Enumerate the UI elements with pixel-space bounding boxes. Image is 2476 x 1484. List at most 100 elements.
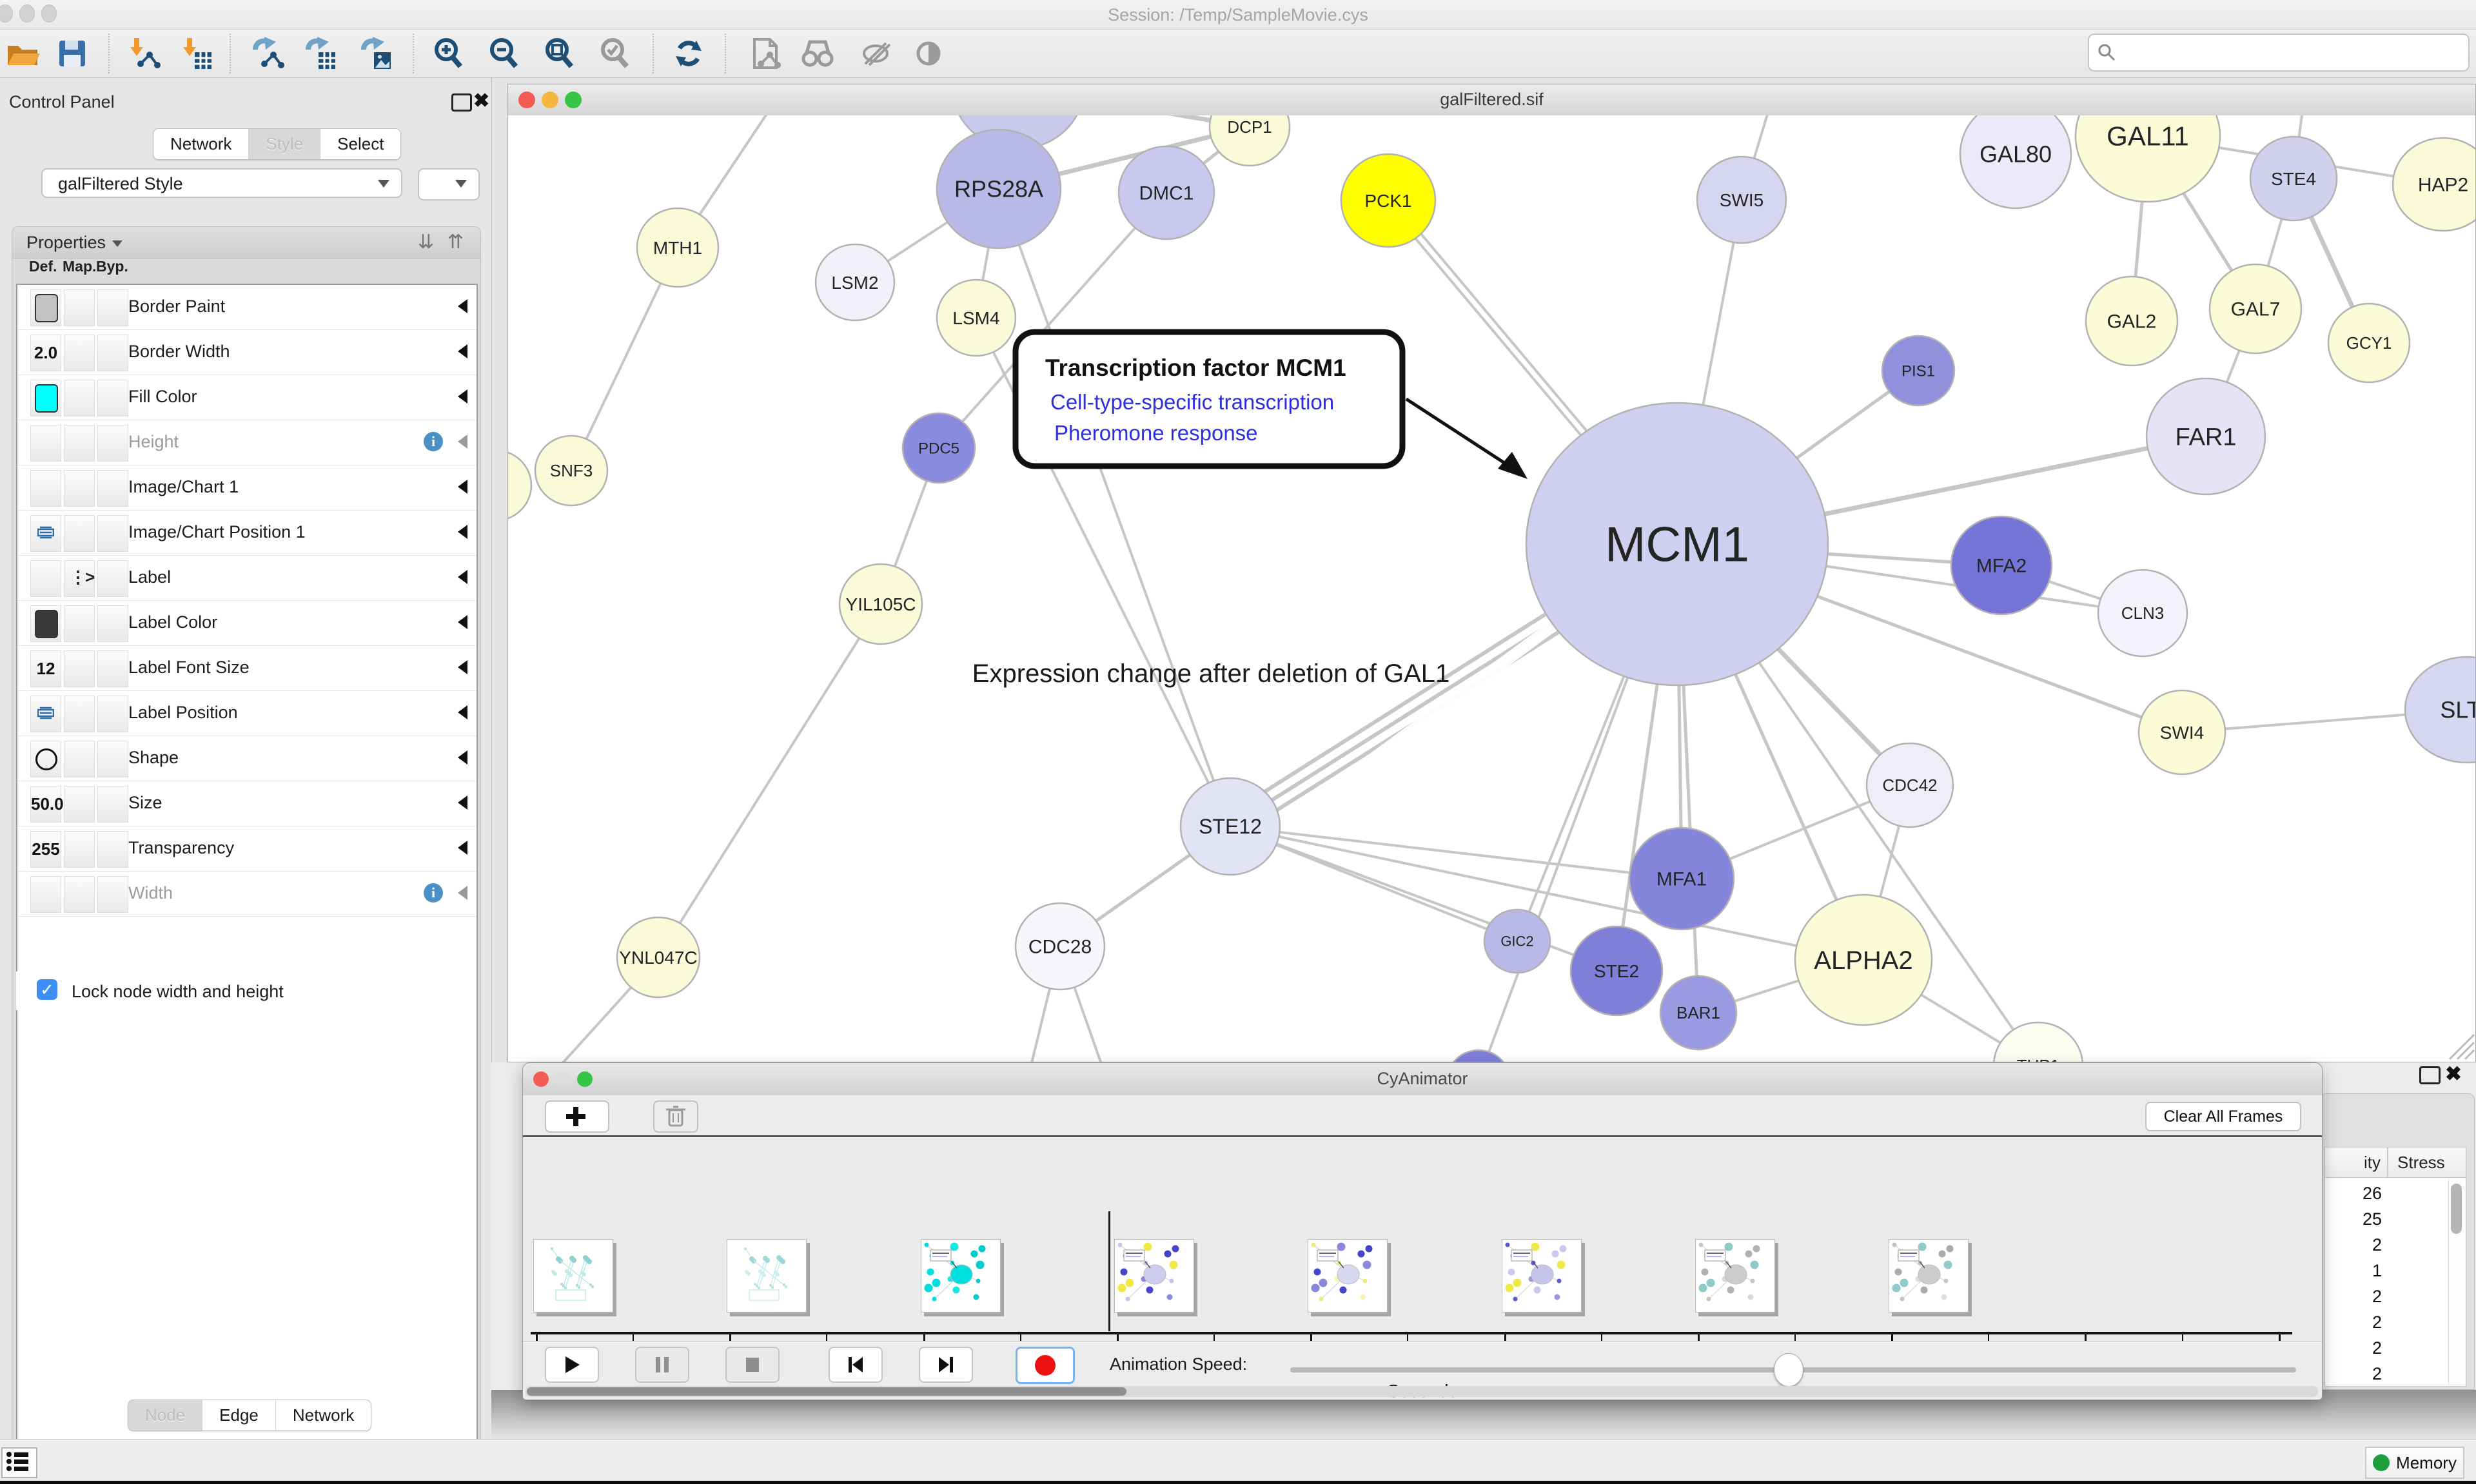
- export-network-icon[interactable]: [250, 35, 286, 72]
- default-value[interactable]: 2.0: [31, 343, 61, 363]
- table-cell[interactable]: 2: [2330, 1313, 2382, 1333]
- network-node-leftcut[interactable]: [508, 450, 531, 521]
- network-node-MFA1[interactable]: MFA1: [1629, 828, 1734, 930]
- contrast-icon[interactable]: [910, 35, 947, 72]
- zoom-out-icon[interactable]: [486, 35, 522, 72]
- network-node-BAR1[interactable]: BAR1: [1660, 976, 1736, 1050]
- property-row-fill-color[interactable]: Fill Color: [17, 375, 477, 420]
- frame-thumbnail-2[interactable]: [921, 1239, 1001, 1313]
- expand-property-icon[interactable]: [458, 796, 467, 810]
- go-to-start-button[interactable]: [829, 1347, 883, 1383]
- network-node-PCK1[interactable]: PCK1: [1341, 154, 1435, 247]
- table-cell[interactable]: 2: [2330, 1338, 2382, 1358]
- network-node-bottomcut[interactable]: [1448, 1050, 1509, 1062]
- network-node-GIC2[interactable]: GIC2: [1484, 910, 1550, 973]
- property-row-transparency[interactable]: 255Transparency: [17, 826, 477, 872]
- collapse-all-icon[interactable]: ⇈: [447, 227, 464, 258]
- tab-edge[interactable]: Edge: [202, 1400, 275, 1430]
- cyanimator-timeline[interactable]: 0123456789 Seconds: [523, 1137, 2322, 1341]
- save-icon[interactable]: [54, 35, 90, 72]
- default-value[interactable]: 12: [31, 659, 61, 679]
- property-row-size[interactable]: 50.0Size: [17, 781, 477, 826]
- expand-property-icon[interactable]: [458, 705, 467, 719]
- network-node-MCM1[interactable]: MCM1: [1526, 403, 1828, 685]
- network-node-DCP1[interactable]: DCP1: [1210, 115, 1290, 166]
- network-node-LSM4[interactable]: LSM4: [937, 280, 1016, 356]
- network-node-CDC28[interactable]: CDC28: [1016, 903, 1105, 990]
- zoom-in-icon[interactable]: [431, 35, 467, 72]
- expand-property-icon[interactable]: [458, 344, 467, 358]
- lock-size-checkbox[interactable]: ✓: [37, 979, 57, 1000]
- property-row-image-chart-1[interactable]: Image/Chart 1: [17, 465, 477, 511]
- expand-property-icon[interactable]: [458, 615, 467, 629]
- network-node-GAL2[interactable]: GAL2: [2086, 277, 2177, 366]
- network-node-RPS28A[interactable]: RPS28A: [937, 130, 1061, 248]
- network-node-YNL047C[interactable]: YNL047C: [617, 917, 700, 997]
- timeline-scrollbar[interactable]: [526, 1386, 2318, 1397]
- column-header[interactable]: Stress: [2397, 1153, 2445, 1173]
- default-value[interactable]: 50.0: [31, 794, 61, 814]
- default-swatch[interactable]: [35, 294, 58, 322]
- expand-property-icon[interactable]: [458, 480, 467, 494]
- binoculars-icon[interactable]: [800, 35, 836, 72]
- expand-property-icon[interactable]: [458, 525, 467, 539]
- table-panel-float-icon[interactable]: [2419, 1066, 2441, 1084]
- property-row-label-font-size[interactable]: 12Label Font Size: [17, 646, 477, 691]
- go-to-end-button[interactable]: [919, 1347, 973, 1383]
- frame-thumbnail-1[interactable]: [727, 1239, 807, 1313]
- network-node-MTH1[interactable]: MTH1: [637, 208, 718, 287]
- network-node-YIL105C[interactable]: YIL105C: [840, 564, 922, 644]
- expand-all-icon[interactable]: ⇊: [418, 227, 434, 258]
- network-node-STE12[interactable]: STE12: [1181, 778, 1280, 875]
- annotation-link[interactable]: Cell-type-specific transcription: [1050, 390, 1334, 414]
- add-frame-button[interactable]: [545, 1100, 609, 1133]
- import-network-icon[interactable]: [126, 35, 162, 72]
- network-node-CLN3[interactable]: CLN3: [2098, 570, 2187, 656]
- property-row-shape[interactable]: Shape: [17, 736, 477, 781]
- property-row-border-width[interactable]: 2.0Border Width: [17, 330, 477, 375]
- memory-button[interactable]: Memory: [2365, 1447, 2464, 1479]
- clear-all-frames-button[interactable]: Clear All Frames: [2145, 1102, 2301, 1131]
- network-node-GAL7[interactable]: GAL7: [2210, 264, 2301, 353]
- expand-property-icon[interactable]: [458, 299, 467, 313]
- property-row-image-chart-position-1[interactable]: Image/Chart Position 1: [17, 511, 477, 556]
- tab-node[interactable]: Node: [128, 1400, 202, 1430]
- info-icon[interactable]: i: [424, 432, 443, 451]
- default-swatch[interactable]: [35, 610, 58, 638]
- table-cell[interactable]: 25: [2330, 1209, 2382, 1229]
- frame-thumbnail-4[interactable]: [1308, 1239, 1388, 1313]
- network-node-SLT2[interactable]: SLT2: [2405, 657, 2475, 763]
- network-node-PIS1[interactable]: PIS1: [1882, 336, 1954, 405]
- position-icon[interactable]: [37, 707, 54, 719]
- delete-frame-button[interactable]: [653, 1100, 698, 1133]
- play-button[interactable]: [545, 1347, 599, 1383]
- network-edge[interactable]: [999, 189, 1230, 826]
- task-history-button[interactable]: [1, 1447, 37, 1478]
- table-cell[interactable]: 1: [2330, 1261, 2382, 1281]
- tab-network[interactable]: Network: [275, 1400, 371, 1430]
- network-node-SNF3[interactable]: SNF3: [535, 436, 607, 505]
- network-node-STE2[interactable]: STE2: [1571, 926, 1662, 1015]
- mcm1-annotation[interactable]: Transcription factor MCM1Cell-type-speci…: [1016, 332, 1528, 479]
- tab-select[interactable]: Select: [320, 129, 400, 159]
- stop-button[interactable]: [725, 1347, 780, 1383]
- expand-property-icon[interactable]: [458, 570, 467, 584]
- network-node-GAL11[interactable]: GAL11: [2076, 115, 2220, 202]
- property-row-border-paint[interactable]: Border Paint: [17, 285, 477, 330]
- network-node-MFA2[interactable]: MFA2: [1951, 516, 2052, 614]
- property-row-label-color[interactable]: Label Color: [17, 601, 477, 646]
- property-row-width[interactable]: Widthi: [17, 872, 477, 917]
- property-row-label-position[interactable]: Label Position: [17, 691, 477, 736]
- timeline-playhead[interactable]: [1108, 1211, 1110, 1331]
- default-value[interactable]: 255: [31, 839, 61, 859]
- export-table-icon[interactable]: [303, 35, 339, 72]
- table-panel-close-icon[interactable]: ✖: [2445, 1062, 2462, 1086]
- shape-circle-icon[interactable]: [35, 748, 57, 770]
- network-node-ALPHA2[interactable]: ALPHA2: [1795, 895, 1932, 1025]
- search-input[interactable]: [2088, 34, 2470, 72]
- style-options-button[interactable]: [418, 168, 480, 200]
- animation-speed-handle[interactable]: [1774, 1353, 1803, 1387]
- caption-annotation[interactable]: Expression change after deletion of GAL1: [972, 659, 1449, 688]
- network-node-STE4[interactable]: STE4: [2250, 137, 2337, 220]
- pause-button[interactable]: [635, 1347, 689, 1383]
